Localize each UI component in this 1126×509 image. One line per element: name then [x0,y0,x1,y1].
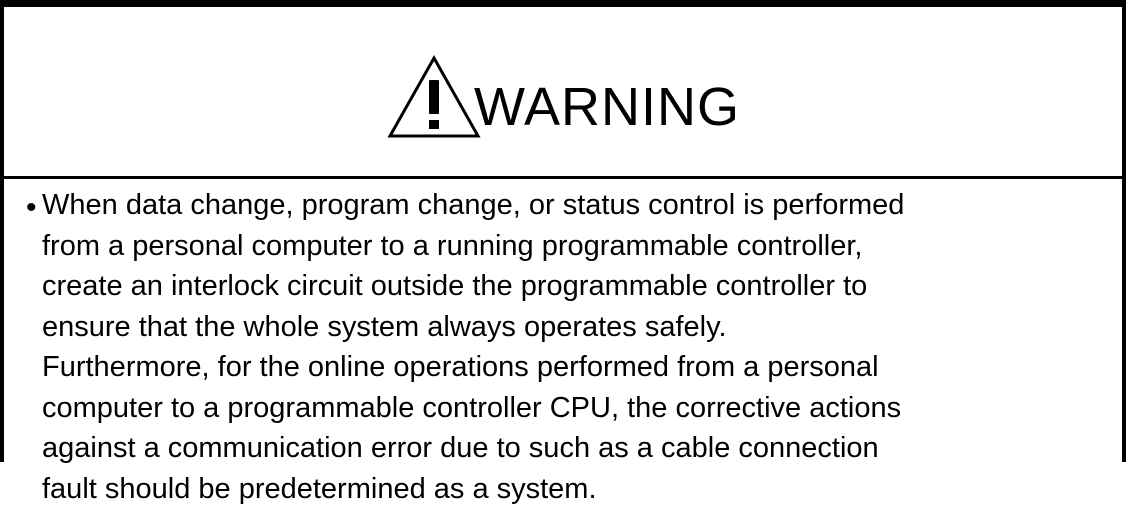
text-line: fault should be predetermined as a syste… [42,469,904,509]
warning-header: WARNING [4,7,1122,179]
text-line: Furthermore, for the online operations p… [42,347,904,388]
text-line: create an interlock circuit outside the … [42,266,904,307]
text-line: against a communication error due to suc… [42,428,904,469]
warning-heading: WARNING [386,54,740,140]
bullet-marker: • [26,185,42,231]
text-line: computer to a programmable controller CP… [42,388,904,429]
text-line: ensure that the whole system always oper… [42,307,904,348]
bullet-text: When data change, program change, or sta… [42,185,904,509]
warning-notice: WARNING • When data change, program chan… [0,0,1126,462]
text-line: from a personal computer to a running pr… [42,226,904,267]
warning-body: • When data change, program change, or s… [4,179,1122,509]
text-line: When data change, program change, or sta… [42,185,904,226]
warning-triangle-icon [386,54,482,140]
bullet-item: • When data change, program change, or s… [26,185,1122,509]
warning-title: WARNING [474,80,740,134]
